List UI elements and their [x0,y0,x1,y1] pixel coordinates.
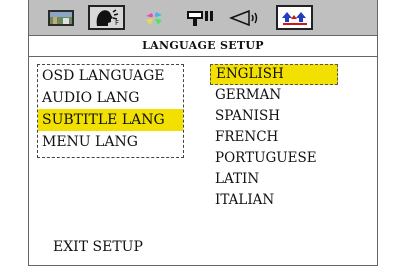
menu-list: OSD LANGUAGE AUDIO LANG SUBTITLE LANG ME… [37,64,184,158]
exit-setup-button[interactable]: EXIT SETUP [53,239,143,255]
tab-disc[interactable] [135,5,172,30]
tab-language[interactable]: F [88,5,125,30]
option-latin[interactable]: LATIN [210,169,338,190]
setup-frame: F LANGUAGE SETUP OSD LANGUAGE AUDIO LANG… [28,0,378,266]
speaker-icon [186,10,213,26]
tv-picture-icon [47,9,74,26]
svg-text:F: F [115,19,119,27]
option-french[interactable]: FRENCH [210,127,338,148]
speaking-head-icon: F [96,8,119,27]
menu-item-audio-lang[interactable]: AUDIO LANG [38,87,183,109]
setup-arrows-icon [281,11,307,25]
menu-item-subtitle-lang[interactable]: SUBTITLE LANG [38,109,183,131]
disc-icon [145,11,162,25]
option-list: ENGLISH GERMAN SPANISH FRENCH PORTUGUESE… [210,64,338,211]
option-english[interactable]: ENGLISH [210,64,338,85]
option-portuguese[interactable]: PORTUGUESE [210,148,338,169]
page-title: LANGUAGE SETUP [29,36,377,57]
tab-bar: F [29,0,377,36]
tab-speaker[interactable] [181,5,218,30]
tab-volume[interactable] [226,5,263,30]
volume-icon [228,9,257,26]
tab-setup[interactable] [276,5,313,30]
menu-item-osd-language[interactable]: OSD LANGUAGE [38,65,183,87]
option-spanish[interactable]: SPANISH [210,106,338,127]
option-italian[interactable]: ITALIAN [210,190,338,211]
tab-picture[interactable] [42,5,79,30]
option-german[interactable]: GERMAN [210,85,338,106]
menu-item-menu-lang[interactable]: MENU LANG [38,131,183,153]
